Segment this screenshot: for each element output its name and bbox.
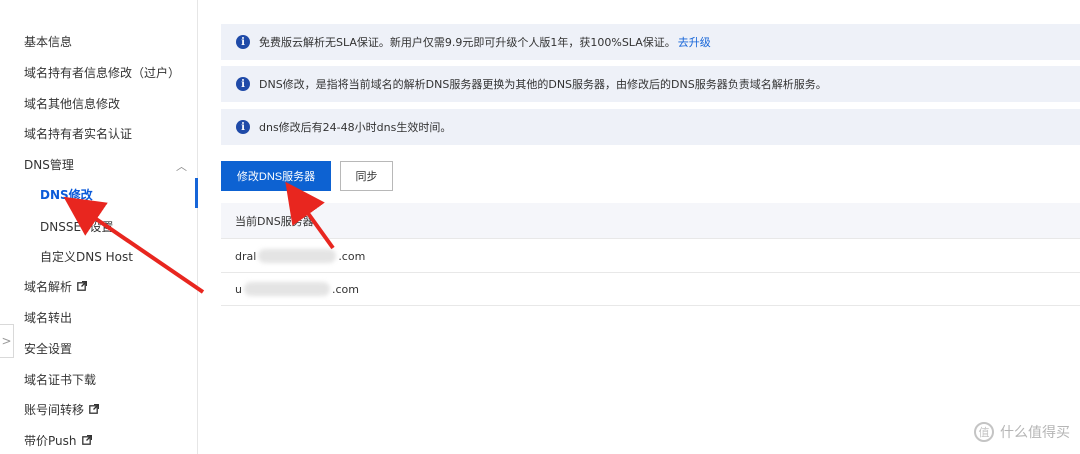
sync-button[interactable]: 同步 <box>340 161 393 191</box>
info-icon: i <box>236 120 250 134</box>
table-row: u .com <box>221 273 1080 306</box>
sidebar-item-dns-modify[interactable]: DNS修改 <box>40 185 93 203</box>
watermark-logo-icon: 值 <box>974 422 994 442</box>
chevron-up-icon[interactable]: ︿ <box>176 158 187 174</box>
sidebar-item-domain-transfer-out[interactable]: 域名转出 <box>24 308 72 326</box>
external-link-icon <box>77 281 88 291</box>
external-link-icon <box>89 404 100 414</box>
sidebar-item-other-info[interactable]: 域名其他信息修改 <box>24 94 120 112</box>
redacted-text <box>258 249 337 263</box>
notice-dns-modify: i DNS修改，是指将当前域名的解析DNS服务器更换为其他的DNS服务器，由修改… <box>221 66 1080 102</box>
sidebar-item-priced-push[interactable]: 带价Push <box>24 431 92 449</box>
sidebar-item-custom-dns-host[interactable]: 自定义DNS Host <box>40 247 133 265</box>
active-indicator <box>195 178 198 208</box>
info-icon: i <box>236 77 250 91</box>
sidebar-item-owner-change[interactable]: 域名持有者信息修改（过户） <box>24 63 180 81</box>
sidebar-item-real-name[interactable]: 域名持有者实名认证 <box>24 124 132 142</box>
sidebar-collapse-toggle[interactable]: > <box>0 324 14 358</box>
sidebar: 基本信息 域名持有者信息修改（过户） 域名其他信息修改 域名持有者实名认证 DN… <box>0 0 198 454</box>
notice-text: DNS修改，是指将当前域名的解析DNS服务器更换为其他的DNS服务器，由修改后的… <box>259 78 827 91</box>
dns-server-suffix: .com <box>331 282 359 296</box>
sidebar-item-security-settings[interactable]: 安全设置 <box>24 339 72 357</box>
notice-text: 免费版云解析无SLA保证。新用户仅需9.9元即可升级个人版1年，获100%SLA… <box>259 36 676 49</box>
notice-text: dns修改后有24-48小时dns生效时间。 <box>259 121 452 134</box>
modify-dns-button[interactable]: 修改DNS服务器 <box>221 161 331 191</box>
sidebar-item-label: 带价Push <box>24 433 77 448</box>
watermark-text: 什么值得买 <box>1000 425 1070 441</box>
notice-upgrade: i 免费版云解析无SLA保证。新用户仅需9.9元即可升级个人版1年，获100%S… <box>221 24 1080 60</box>
sidebar-item-domain-resolve[interactable]: 域名解析 <box>24 277 88 295</box>
sidebar-item-basic-info[interactable]: 基本信息 <box>24 32 72 50</box>
sidebar-item-dnssec[interactable]: DNSSEC设置 <box>40 217 113 235</box>
dns-server-prefix: u <box>235 282 242 296</box>
chevron-right-icon: > <box>1 334 12 348</box>
sidebar-item-cert-download[interactable]: 域名证书下载 <box>24 370 96 388</box>
sidebar-item-dns-management[interactable]: DNS管理 <box>24 155 74 173</box>
watermark: 值 什么值得买 <box>974 422 1070 442</box>
page: 基本信息 域名持有者信息修改（过户） 域名其他信息修改 域名持有者实名认证 DN… <box>0 0 1080 454</box>
external-link-icon <box>81 435 92 445</box>
sidebar-item-label: 域名解析 <box>24 279 73 294</box>
sidebar-item-account-transfer[interactable]: 账号间转移 <box>24 400 100 418</box>
notice-dns-effect-time: i dns修改后有24-48小时dns生效时间。 <box>221 109 1080 145</box>
dns-server-suffix: .com <box>338 249 366 263</box>
upgrade-link[interactable]: 去升级 <box>678 34 711 50</box>
table-row: dral .com <box>221 240 1080 273</box>
redacted-text <box>243 282 330 296</box>
info-icon: i <box>236 35 250 49</box>
sidebar-item-label: 账号间转移 <box>24 402 85 417</box>
table-header: 当前DNS服务器 <box>221 203 1080 239</box>
column-header-dns-server: 当前DNS服务器 <box>235 214 314 228</box>
dns-server-prefix: dral <box>235 249 257 263</box>
